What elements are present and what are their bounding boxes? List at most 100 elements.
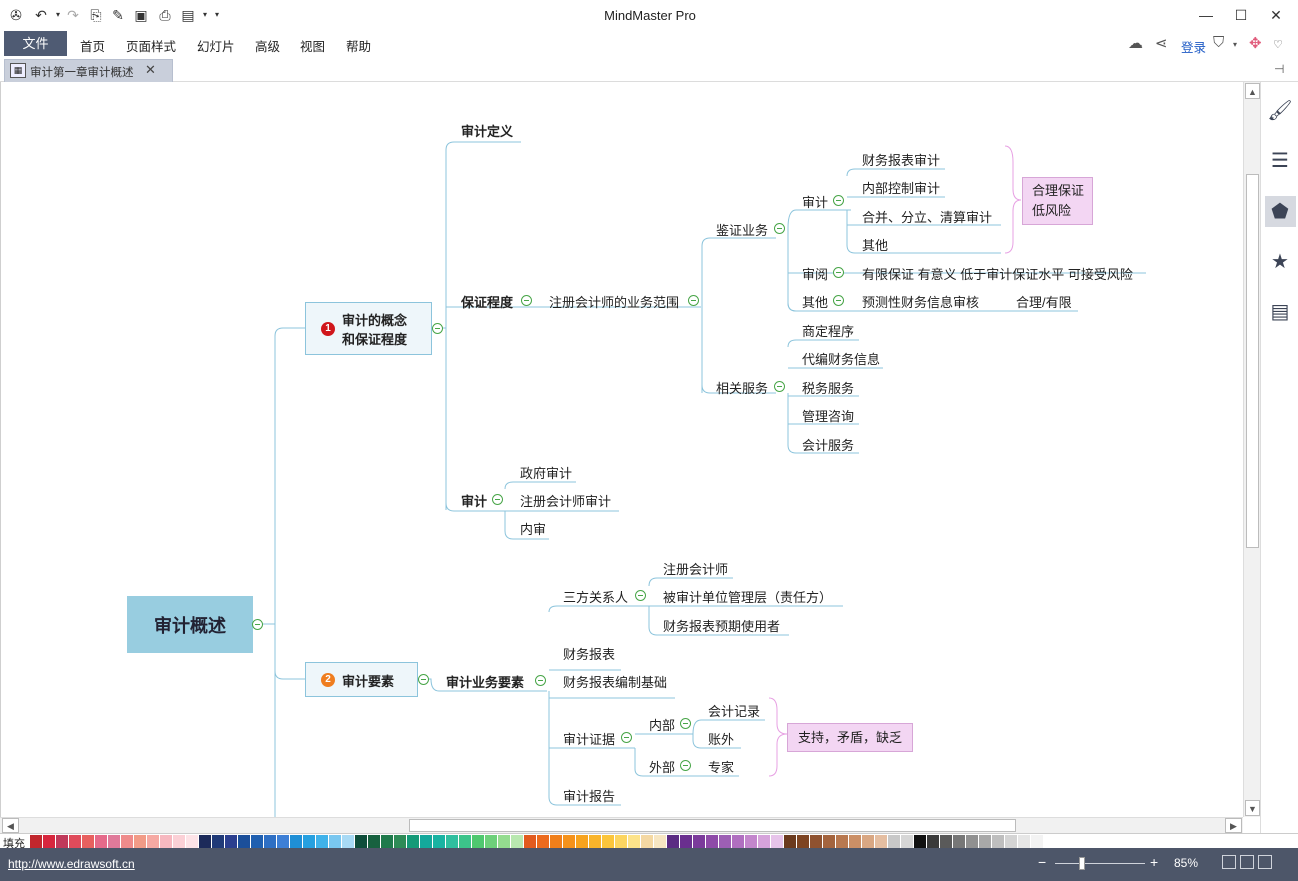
print-icon[interactable]: ⎙ — [157, 6, 173, 24]
palette-swatch[interactable] — [498, 835, 510, 848]
palette-swatch[interactable] — [459, 835, 471, 848]
palette-swatch[interactable] — [121, 835, 133, 848]
palette-swatch[interactable] — [472, 835, 484, 848]
topic-related-item[interactable]: 代编财务信息 — [802, 349, 880, 368]
evidence-collapse-button[interactable] — [621, 732, 632, 743]
palette-swatch[interactable] — [1018, 835, 1030, 848]
palette-swatch[interactable] — [953, 835, 965, 848]
palette-swatch[interactable] — [771, 835, 783, 848]
palette-swatch[interactable] — [1005, 835, 1017, 848]
fit-page-icon[interactable] — [1222, 855, 1236, 869]
palette-swatch[interactable] — [797, 835, 809, 848]
skin-icon[interactable]: ✥ — [1249, 34, 1262, 52]
palette-swatch[interactable] — [992, 835, 1004, 848]
topic-audit-evidence[interactable]: 审计证据 — [563, 729, 615, 748]
topic-audit-item[interactable]: 财务报表审计 — [862, 150, 940, 169]
palette-swatch[interactable] — [407, 835, 419, 848]
undo-dropdown-icon[interactable]: ▾ — [50, 6, 66, 24]
topic-related-item[interactable]: 管理咨询 — [802, 406, 854, 425]
topic-three-parties[interactable]: 三方关系人 — [563, 587, 628, 606]
palette-swatch[interactable] — [589, 835, 601, 848]
topic-audit-item[interactable]: 其他 — [862, 235, 888, 254]
format-brush-icon[interactable]: 🖌 — [1267, 98, 1293, 124]
vertical-scrollbar[interactable]: ▲ ▼ — [1243, 82, 1260, 817]
zoom-out-icon[interactable]: − — [1038, 854, 1046, 870]
redo-icon[interactable]: ↷ — [65, 6, 81, 24]
palette-swatch[interactable] — [56, 835, 68, 848]
file-menu-button[interactable]: 文件 — [4, 31, 67, 56]
palette-swatch[interactable] — [758, 835, 770, 848]
palette-swatch[interactable] — [303, 835, 315, 848]
review-collapse-button[interactable] — [833, 267, 844, 278]
topic-party-item[interactable]: 财务报表预期使用者 — [663, 616, 780, 635]
palette-swatch[interactable] — [901, 835, 913, 848]
palette-swatch[interactable] — [394, 835, 406, 848]
palette-swatch[interactable] — [147, 835, 159, 848]
palette-swatch[interactable] — [966, 835, 978, 848]
menu-advanced[interactable]: 高级 — [255, 36, 280, 55]
palette-swatch[interactable] — [706, 835, 718, 848]
scroll-up-icon[interactable]: ▲ — [1245, 83, 1260, 99]
palette-swatch[interactable] — [225, 835, 237, 848]
summary-note-evidence[interactable]: 支持，矛盾，缺乏 — [787, 723, 913, 752]
palette-swatch[interactable] — [316, 835, 328, 848]
topic-audit-definition[interactable]: 审计定义 — [461, 121, 513, 140]
topic-audit-type-item[interactable]: 内审 — [520, 519, 546, 538]
palette-swatch[interactable] — [342, 835, 354, 848]
palette-swatch[interactable] — [433, 835, 445, 848]
task-calendar-icon[interactable]: ▤ — [1267, 299, 1293, 325]
palette-swatch[interactable] — [862, 835, 874, 848]
topic-external-item[interactable]: 专家 — [708, 757, 734, 776]
maximize-icon[interactable]: ☐ — [1226, 4, 1256, 26]
palette-swatch[interactable] — [550, 835, 562, 848]
topic-audit-type-item[interactable]: 政府审计 — [520, 463, 572, 482]
branch-concept-collapse-button[interactable] — [432, 323, 443, 334]
palette-swatch[interactable] — [875, 835, 887, 848]
grid-view-icon[interactable] — [1240, 855, 1254, 869]
horizontal-scroll-thumb[interactable] — [409, 819, 1016, 832]
palette-swatch[interactable] — [69, 835, 81, 848]
topic-audit[interactable]: 审计 — [802, 192, 828, 211]
topic-related-services[interactable]: 相关服务 — [716, 378, 768, 397]
presentation-icon[interactable] — [1258, 855, 1272, 869]
elements-collapse-button[interactable] — [535, 675, 546, 686]
topic-party-item[interactable]: 被审计单位管理层（责任方） — [663, 587, 832, 606]
palette-swatch[interactable] — [212, 835, 224, 848]
palette-swatch[interactable] — [888, 835, 900, 848]
palette-swatch[interactable] — [251, 835, 263, 848]
palette-swatch[interactable] — [979, 835, 991, 848]
topic-other-engagement[interactable]: 其他 — [802, 292, 828, 311]
branch-elements-topic[interactable]: 2 审计要素 — [305, 662, 418, 697]
new-icon[interactable]: ⎘ — [88, 6, 104, 24]
topic-audit-item[interactable]: 合并、分立、清算审计 — [862, 207, 992, 226]
root-topic[interactable]: 审计概述 — [127, 596, 253, 653]
palette-swatch[interactable] — [680, 835, 692, 848]
palette-swatch[interactable] — [641, 835, 653, 848]
topic-financial-statements[interactable]: 财务报表 — [563, 644, 615, 663]
menu-view[interactable]: 视图 — [300, 36, 325, 55]
palette-swatch[interactable] — [264, 835, 276, 848]
scroll-right-icon[interactable]: ▶ — [1225, 818, 1242, 833]
scroll-down-icon[interactable]: ▼ — [1245, 800, 1260, 816]
palette-swatch[interactable] — [927, 835, 939, 848]
app-logo-icon[interactable]: ✇ — [8, 6, 24, 24]
topic-audit-types[interactable]: 审计 — [461, 491, 487, 510]
scope-collapse-button[interactable] — [688, 295, 699, 306]
palette-swatch[interactable] — [186, 835, 198, 848]
outline-list-icon[interactable]: ☰ — [1267, 148, 1293, 174]
zoom-slider-track[interactable] — [1055, 863, 1145, 864]
audit-collapse-button[interactable] — [833, 195, 844, 206]
vertical-scroll-thumb[interactable] — [1246, 174, 1259, 548]
palette-swatch[interactable] — [667, 835, 679, 848]
palette-swatch[interactable] — [199, 835, 211, 848]
palette-swatch[interactable] — [108, 835, 120, 848]
menu-page-style[interactable]: 页面样式 — [126, 36, 176, 55]
palette-swatch[interactable] — [654, 835, 666, 848]
palette-swatch[interactable] — [381, 835, 393, 848]
theme-shirt-icon[interactable]: ⛉ — [1213, 34, 1224, 51]
menu-home[interactable]: 首页 — [80, 36, 105, 55]
tab-close-icon[interactable]: ✕ — [145, 62, 156, 78]
export-icon[interactable]: ▤ — [180, 6, 196, 24]
palette-swatch[interactable] — [82, 835, 94, 848]
palette-swatch[interactable] — [849, 835, 861, 848]
